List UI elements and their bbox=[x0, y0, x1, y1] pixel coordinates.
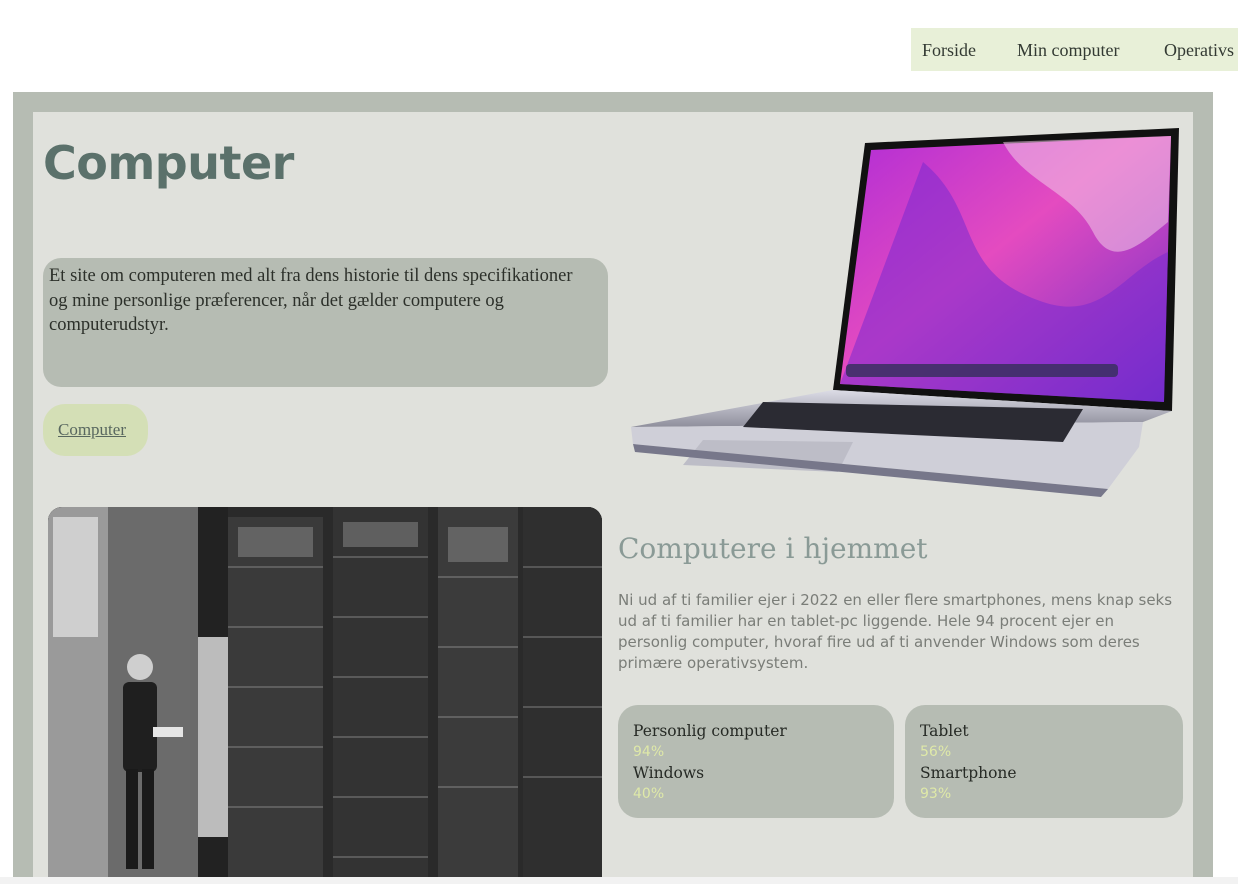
stat-value: 94% bbox=[633, 744, 665, 760]
top-navigation: Forside Min computer Operativs bbox=[911, 28, 1238, 71]
content-panel: Computer Et site om computeren med alt f… bbox=[33, 112, 1193, 884]
stat-value: 93% bbox=[920, 786, 952, 802]
page-title: Computer bbox=[43, 136, 294, 190]
stat-label: Smartphone bbox=[920, 764, 1017, 782]
stats-card-left: Personlig computer 94% Windows 40% bbox=[618, 705, 894, 818]
stat-label: Windows bbox=[633, 764, 705, 782]
stats-card-right: Tablet 56% Smartphone 93% bbox=[905, 705, 1183, 818]
stat-value: 56% bbox=[920, 744, 952, 760]
section-text: Ni ud af ti familier ejer i 2022 en elle… bbox=[618, 591, 1173, 672]
historic-computer-photo bbox=[48, 507, 602, 884]
historic-computer-illustration bbox=[48, 507, 602, 884]
nav-link-min-computer[interactable]: Min computer bbox=[1017, 40, 1119, 61]
computer-link-pill: Computer bbox=[43, 404, 148, 456]
computer-link[interactable]: Computer bbox=[58, 420, 126, 440]
section-title: Computere i hjemmet bbox=[618, 532, 928, 565]
stat-label: Tablet bbox=[920, 722, 969, 740]
content-frame: Computer Et site om computeren med alt f… bbox=[13, 92, 1213, 884]
nav-link-forside[interactable]: Forside bbox=[922, 40, 976, 61]
nav-link-operativsystem[interactable]: Operativs bbox=[1164, 40, 1234, 61]
intro-text: Et site om computeren med alt fra dens h… bbox=[49, 266, 573, 335]
stat-label: Personlig computer bbox=[633, 722, 787, 740]
laptop-image bbox=[631, 128, 1179, 497]
bottom-edge bbox=[0, 877, 1238, 884]
intro-box: Et site om computeren med alt fra dens h… bbox=[43, 258, 608, 387]
stat-value: 40% bbox=[633, 786, 665, 802]
